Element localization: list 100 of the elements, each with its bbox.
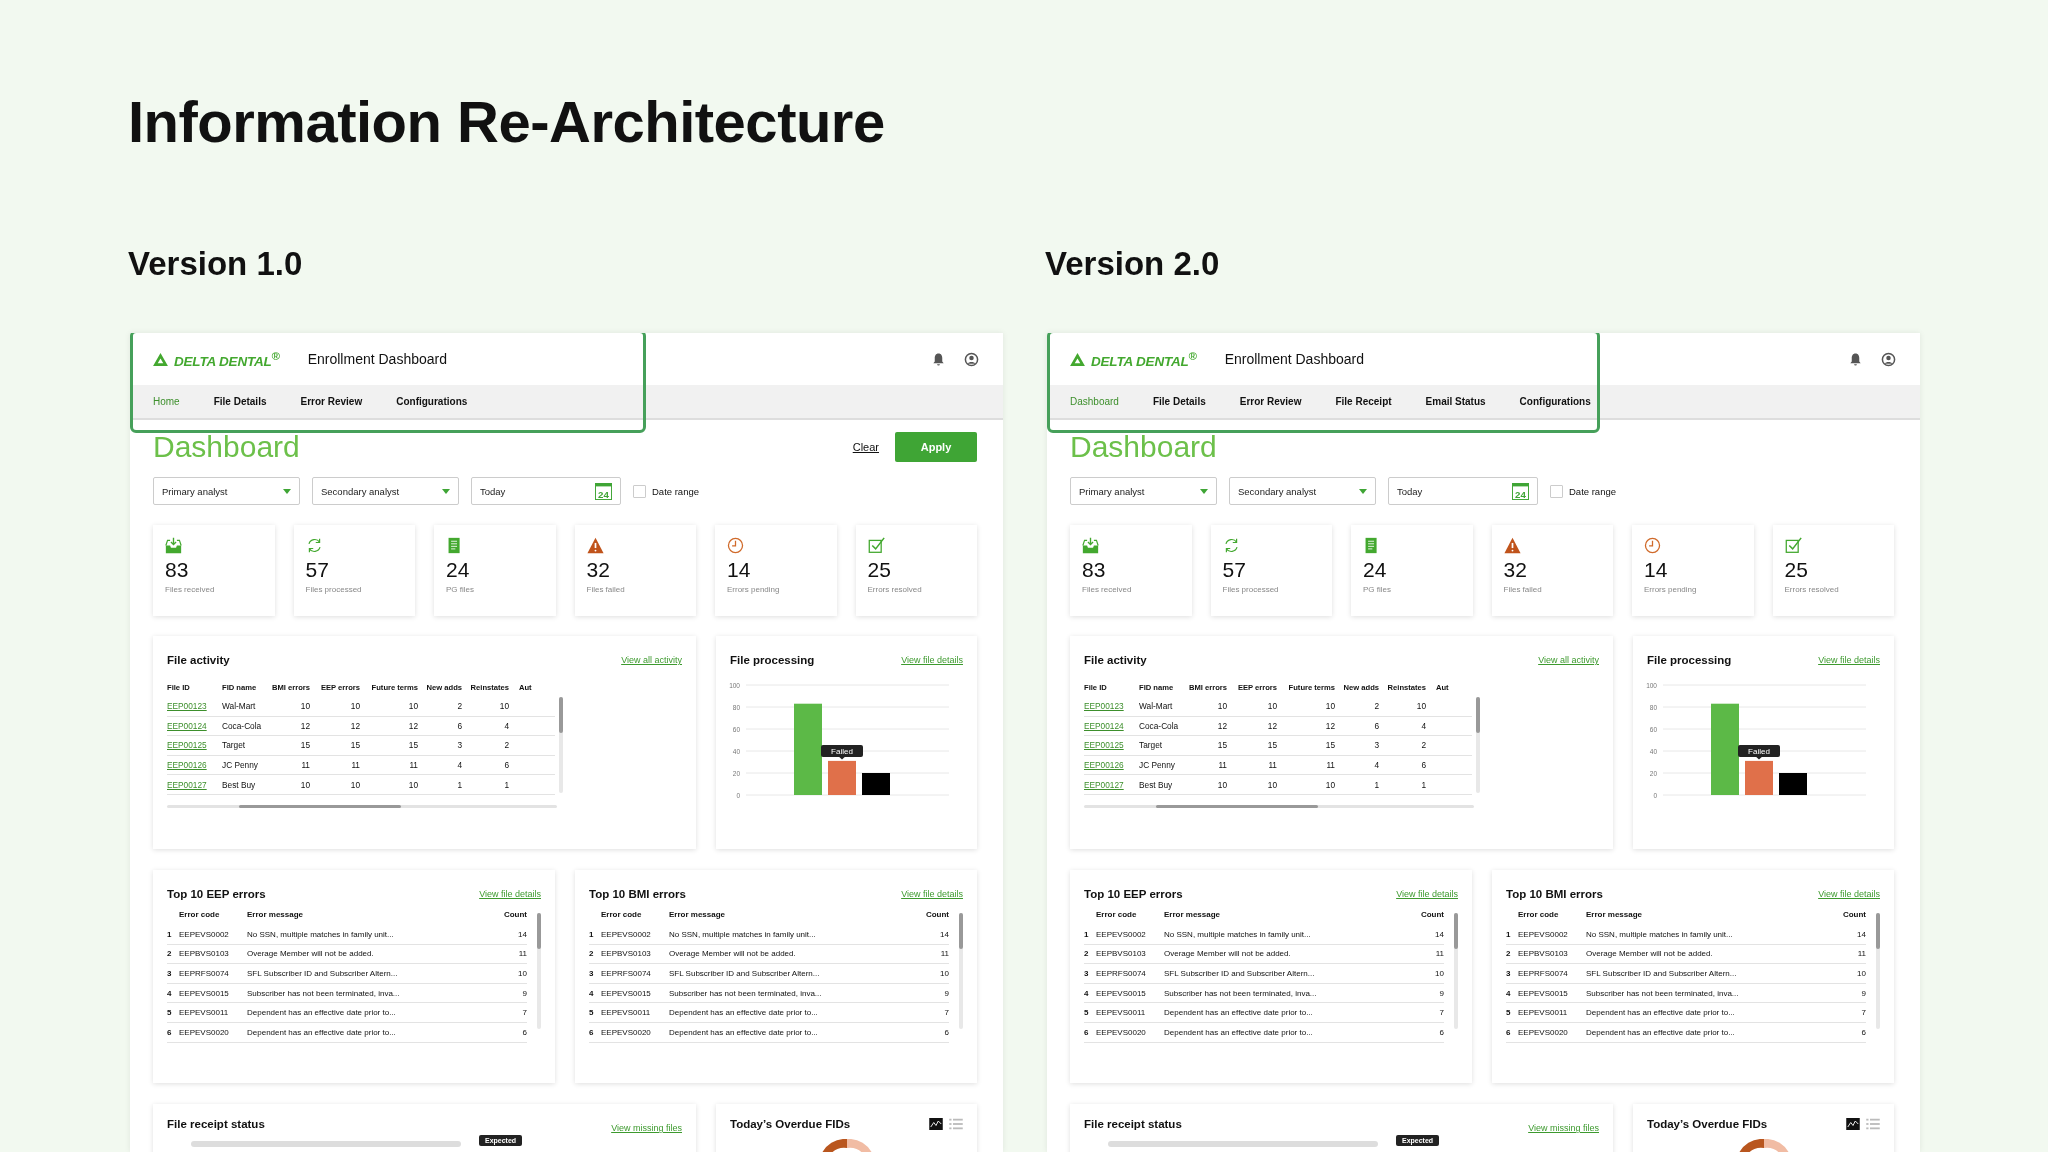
file-id-link[interactable]: EEP00125 xyxy=(167,740,222,751)
primary-analyst-dropdown[interactable]: Primary analyst xyxy=(153,477,300,505)
secondary-analyst-dropdown[interactable]: Secondary analyst xyxy=(1229,477,1376,505)
rank-number: 4 xyxy=(589,988,595,998)
column-header: Error message xyxy=(247,909,305,919)
file-id-link[interactable]: EEP00127 xyxy=(167,779,222,790)
stat-value: 25 xyxy=(1784,558,1808,582)
table-cell-text: Overage Member will not be added. xyxy=(669,949,797,959)
table-cell-text: 15 xyxy=(299,740,310,751)
nav-tab[interactable]: File Details xyxy=(213,396,267,407)
table-cell-text: 2 xyxy=(1420,740,1426,751)
stat-value: 83 xyxy=(165,558,189,582)
table-cell-text: Dependent has an effective date prior to... xyxy=(1164,1027,1314,1037)
stat-label: Files processed xyxy=(305,585,362,594)
table-cell-text: Dependent has an effective date prior to... xyxy=(669,1008,819,1018)
file-id-link[interactable]: EEP00123 xyxy=(167,701,222,712)
view-file-details-link[interactable]: View file details xyxy=(1818,655,1880,665)
date-range-checkbox[interactable] xyxy=(1550,484,1563,498)
stat-label: Errors pending xyxy=(727,585,780,594)
nav-tab[interactable]: Email Status xyxy=(1425,396,1486,407)
table-cell-text: Subscriber has not been terminated, inva... xyxy=(669,988,823,998)
table-cell-text: Dependent has an effective date prior to... xyxy=(1164,1008,1314,1018)
view-file-details-link[interactable]: View file details xyxy=(1818,889,1880,899)
file-id-link[interactable]: EEP00124 xyxy=(1084,720,1139,731)
file-id-link[interactable]: EEP00126 xyxy=(1084,760,1139,771)
table-cell-text: 10 xyxy=(349,779,360,790)
line-chart-icon[interactable] xyxy=(929,1118,943,1130)
rank-number: 5 xyxy=(1506,1008,1512,1018)
view-all-activity-link[interactable]: View all activity xyxy=(1538,655,1599,665)
view-file-details-link[interactable]: View file details xyxy=(479,889,541,899)
table-cell-text: 10 xyxy=(349,701,360,712)
date-range-checkbox[interactable] xyxy=(633,484,646,498)
file-id-link[interactable]: EEP00125 xyxy=(1084,740,1139,751)
vertical-scrollbar[interactable] xyxy=(559,697,563,793)
nav-tab[interactable]: Error Review xyxy=(300,396,363,407)
rank-number: 5 xyxy=(589,1008,595,1018)
table-cell-text: Subscriber has not been terminated, inva... xyxy=(1586,988,1740,998)
calendar-icon[interactable]: 24 xyxy=(1512,482,1529,500)
apply-button[interactable]: Apply xyxy=(895,432,977,462)
vertical-scrollbar[interactable] xyxy=(1876,913,1880,1029)
view-file-details-link[interactable]: View file details xyxy=(1396,889,1458,899)
horizontal-scrollbar[interactable] xyxy=(167,804,557,808)
list-icon[interactable] xyxy=(1866,1118,1880,1130)
vertical-scrollbar[interactable] xyxy=(1476,697,1480,793)
card-title: Today’s Overdue FIDs xyxy=(730,1118,851,1130)
bell-icon[interactable] xyxy=(931,351,946,367)
date-field[interactable]: Today 24 xyxy=(1388,477,1538,505)
file-id-link[interactable]: EEP00124 xyxy=(167,720,222,731)
caret-icon[interactable] xyxy=(283,488,291,494)
card-title: File processing xyxy=(730,654,815,666)
view-file-details-link[interactable]: View file details xyxy=(901,655,963,665)
vertical-scrollbar[interactable] xyxy=(1454,913,1458,1029)
table-cell-text: SFL Subscriber ID and Subscriber Altern... xyxy=(1586,969,1738,978)
page-title: Dashboard xyxy=(1070,429,1217,465)
horizontal-scrollbar[interactable] xyxy=(1084,804,1474,808)
calendar-icon[interactable]: 24 xyxy=(595,482,612,500)
nav-tab[interactable]: File Details xyxy=(1152,396,1206,407)
nav-tab[interactable]: Configurations xyxy=(396,396,468,407)
line-chart-icon[interactable] xyxy=(1846,1118,1860,1130)
vertical-scrollbar[interactable] xyxy=(959,913,963,1029)
table-cell-text: 12 xyxy=(1324,720,1335,731)
primary-analyst-dropdown[interactable]: Primary analyst xyxy=(1070,477,1217,505)
view-missing-files-link[interactable]: View missing files xyxy=(611,1123,682,1133)
column-header: Error message xyxy=(669,909,727,919)
bell-icon[interactable] xyxy=(1848,351,1863,367)
view-all-activity-link[interactable]: View all activity xyxy=(621,655,682,665)
column-header: Error code xyxy=(1518,909,1560,919)
caret-icon[interactable] xyxy=(1200,488,1208,494)
clear-link[interactable]: Clear xyxy=(852,441,879,453)
user-avatar-icon[interactable] xyxy=(1881,351,1896,367)
table-cell-text: SFL Subscriber ID and Subscriber Altern... xyxy=(669,969,821,978)
nav-tab[interactable]: Dashboard xyxy=(1070,396,1119,407)
caret-icon[interactable] xyxy=(1359,488,1367,494)
table-cell-text: 1 xyxy=(503,779,509,790)
card-title: File receipt status xyxy=(167,1118,265,1130)
file-id-link[interactable]: EEP00127 xyxy=(1084,779,1139,790)
table-cell-text: 9 xyxy=(943,988,949,998)
rank-number: 3 xyxy=(1084,969,1090,978)
file-id-link[interactable]: EEP00126 xyxy=(167,760,222,771)
date-field[interactable]: Today 24 xyxy=(471,477,621,505)
list-icon[interactable] xyxy=(949,1118,963,1130)
caret-icon[interactable] xyxy=(442,488,450,494)
document-icon xyxy=(446,537,463,554)
nav-tab[interactable]: Home xyxy=(153,396,180,407)
view-missing-files-link[interactable]: View missing files xyxy=(1528,1123,1599,1133)
secondary-analyst-dropdown[interactable]: Secondary analyst xyxy=(312,477,459,505)
table-cell-text: 3 xyxy=(1373,740,1379,751)
slide-title: Information Re-Architecture xyxy=(128,88,886,156)
table-cell-text: EEPEVS0020 xyxy=(1096,1027,1147,1037)
table-cell-text: 10 xyxy=(1324,701,1335,712)
nav-tab[interactable]: Error Review xyxy=(1239,396,1302,407)
nav-tab[interactable]: File Receipt xyxy=(1335,396,1392,407)
vertical-scrollbar[interactable] xyxy=(537,913,541,1029)
table-cell-text: Subscriber has not been terminated, inva... xyxy=(1164,988,1318,998)
stat-label: Errors resolved xyxy=(1784,585,1839,594)
view-file-details-link[interactable]: View file details xyxy=(901,889,963,899)
user-avatar-icon[interactable] xyxy=(964,351,979,367)
file-id-link[interactable]: EEP00123 xyxy=(1084,701,1139,712)
table-cell-text: 11 xyxy=(1434,949,1444,959)
nav-tab[interactable]: Configurations xyxy=(1519,396,1591,407)
